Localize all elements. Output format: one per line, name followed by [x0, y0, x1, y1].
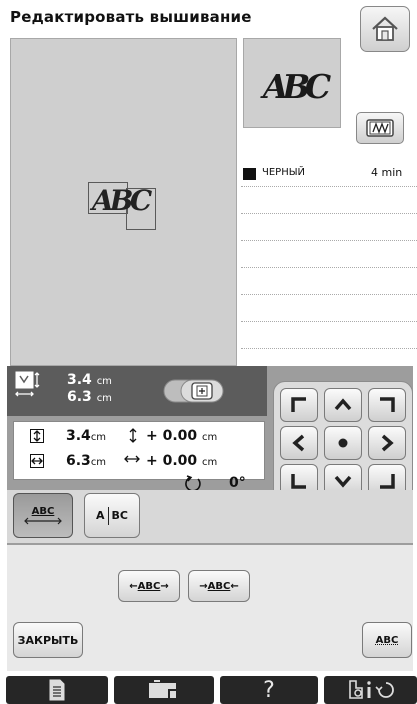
spacing-wider-button[interactable]: ←ABC→: [118, 570, 180, 602]
spacing-wider-label: ←ABC→: [129, 580, 169, 592]
horizontal-offset-icon: [124, 455, 140, 463]
move-up-right-button[interactable]: [368, 388, 406, 422]
corner-down-right-icon: [380, 474, 395, 489]
house-icon: [372, 16, 398, 41]
thread-swatch: [243, 168, 256, 180]
letter-spacing-button[interactable]: A BC: [84, 493, 140, 538]
size-arrows-icon: [15, 371, 45, 399]
preview-design-text: ABC: [262, 66, 331, 106]
info-height: 3.4cm: [66, 428, 107, 444]
center-dot-icon: [338, 438, 348, 448]
info-rotation: 0°: [229, 475, 246, 491]
vertical-offset-icon: [129, 428, 137, 443]
chevron-down-icon: [334, 475, 352, 488]
machine-button[interactable]: [114, 676, 214, 704]
info-width: 6.3cm: [66, 453, 107, 469]
chevron-up-icon: [334, 398, 352, 411]
spacing-narrower-button[interactable]: →ABC←: [188, 570, 250, 602]
help-button[interactable]: ?: [220, 676, 318, 704]
height-icon: [30, 429, 44, 443]
list-item: [241, 187, 417, 214]
page-title: Редактировать вышивание: [10, 8, 252, 26]
stretch-arrows-icon: [24, 517, 62, 525]
chevron-left-icon: [292, 434, 305, 452]
info-offset-horizontal: + 0.00 cm: [146, 453, 218, 469]
list-item: [241, 214, 417, 241]
settings-info-icon: [348, 680, 394, 699]
thread-color-name: ЧЕРНЫЙ: [262, 167, 306, 178]
thread-time: 4 min: [371, 166, 403, 179]
corner-up-right-icon: [380, 397, 395, 412]
close-button[interactable]: ЗАКРЫТЬ: [13, 622, 83, 658]
move-left-button[interactable]: [280, 426, 318, 460]
position-info-box: 3.4cm 6.3cm + 0.00 cm + 0.00 cm: [13, 421, 265, 480]
letter-spacing-label-a: A: [96, 509, 105, 522]
center-button[interactable]: [324, 426, 362, 460]
width-icon: [30, 454, 44, 468]
chevron-right-icon: [381, 434, 394, 452]
corner-down-left-icon: [291, 474, 306, 489]
direction-pad: [273, 381, 413, 502]
spacing-narrower-label: →ABC←: [199, 580, 239, 592]
page-button[interactable]: [6, 676, 108, 704]
move-right-button[interactable]: [368, 426, 406, 460]
corner-up-left-icon: [291, 397, 306, 412]
list-item: [241, 268, 417, 295]
text-edit-button[interactable]: ABC: [362, 622, 412, 658]
move-up-left-button[interactable]: [280, 388, 318, 422]
info-offset-vertical: + 0.00 cm: [146, 428, 218, 444]
settings-info-button[interactable]: [324, 676, 417, 704]
frame-toggle-icon: [163, 379, 224, 403]
page-icon: [49, 679, 65, 701]
letter-spacing-label-bc: BC: [111, 509, 128, 522]
thread-color-list[interactable]: ЧЕРНЫЙ 4 min: [241, 150, 417, 364]
home-button[interactable]: [360, 6, 410, 52]
canvas-design-text[interactable]: ABC: [92, 176, 182, 224]
cursor-divider: [107, 506, 109, 525]
list-item: [241, 322, 417, 349]
hoop-stitch-icon: [366, 119, 394, 137]
preview-button[interactable]: [356, 112, 404, 144]
machine-icon: [149, 680, 176, 698]
list-item: [241, 241, 417, 268]
list-item: [241, 295, 417, 322]
text-edit-label: ABC: [375, 634, 399, 646]
text-arrangement-label: ABC: [31, 506, 55, 517]
list-item[interactable]: ЧЕРНЫЙ 4 min: [241, 160, 417, 187]
size-strip: [7, 366, 267, 416]
size-height-readout: 3.4 cm: [67, 372, 112, 388]
size-width-readout: 6.3 cm: [67, 389, 112, 405]
frame-toggle-button[interactable]: [163, 378, 227, 404]
move-up-button[interactable]: [324, 388, 362, 422]
text-arrangement-button[interactable]: ABC: [13, 493, 73, 538]
